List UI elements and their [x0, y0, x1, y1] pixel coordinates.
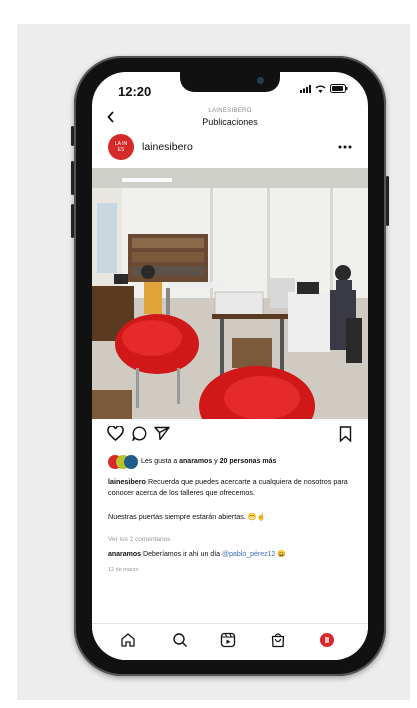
view-comments-link[interactable]: Ver los 2 comentarios: [108, 536, 171, 543]
likes-row: Les gusta a anaramos y 20 personas más: [92, 455, 368, 471]
tab-profile[interactable]: [319, 632, 335, 653]
signal-icon: [300, 84, 311, 93]
tab-home[interactable]: [120, 632, 136, 653]
status-icons: [300, 84, 348, 93]
comment-button[interactable]: [131, 426, 147, 446]
account-caption: LAINESIBERO: [208, 108, 252, 114]
post-date: 12 de marzo: [108, 567, 139, 573]
comment-mention[interactable]: @pablo_pérez12: [222, 551, 275, 558]
likes-text[interactable]: Les gusta a anaramos y 20 personas más: [141, 458, 276, 465]
liker-avatar[interactable]: [124, 455, 138, 469]
reels-icon: [220, 632, 236, 648]
likes-user[interactable]: anaramos: [179, 458, 212, 465]
heart-icon: [107, 425, 124, 441]
comment-text: Deberíamos ir ahí un día: [141, 551, 223, 558]
likes-joiner: y: [212, 458, 220, 465]
comment: anaramos Deberíamos ir ahí un día @pablo…: [108, 550, 286, 558]
likes-prefix: Les gusta a: [141, 458, 180, 465]
more-options-button[interactable]: [338, 138, 352, 152]
comment-username[interactable]: anaramos: [108, 551, 141, 558]
notch: [180, 72, 280, 92]
post-caption-line-2: Nuestras puertas siempre estarán abierta…: [108, 512, 266, 521]
share-button[interactable]: [154, 426, 170, 446]
tab-shop[interactable]: [270, 632, 286, 653]
post-header: LA IN ES lainesibero: [92, 134, 368, 168]
like-button[interactable]: [107, 425, 124, 446]
comment-emoji: 😄: [275, 551, 287, 558]
search-icon: [173, 633, 187, 647]
wifi-icon: [315, 85, 326, 93]
phone-screen: 12:20 LAINESIBERO Publicaciones LA IN ES…: [92, 72, 368, 660]
battery-icon: [330, 84, 348, 93]
bookmark-icon: [339, 426, 352, 443]
avatar-text: LA IN ES: [114, 141, 128, 153]
camera: [257, 77, 264, 84]
office-photo: [92, 168, 368, 419]
status-time: 12:20: [118, 84, 152, 99]
post-caption: lainesibero Recuerda que puedes acercart…: [108, 477, 356, 498]
caption-username[interactable]: lainesibero: [108, 477, 146, 486]
page-title: Publicaciones: [202, 117, 258, 127]
avatar[interactable]: LA IN ES: [108, 134, 134, 160]
profile-icon: [320, 633, 334, 647]
more-icon: [338, 145, 352, 149]
post-username[interactable]: lainesibero: [142, 141, 193, 153]
send-icon: [154, 426, 170, 441]
likes-count[interactable]: 20 personas más: [220, 458, 277, 465]
shop-icon: [271, 633, 285, 648]
navigation-bar: LAINESIBERO Publicaciones: [92, 108, 368, 134]
post-photo[interactable]: [92, 168, 368, 419]
post-actions: [92, 425, 368, 448]
save-button[interactable]: [339, 426, 352, 447]
tab-bar: [92, 623, 368, 660]
tab-search[interactable]: [172, 632, 188, 653]
tab-reels[interactable]: [220, 632, 236, 653]
home-icon: [121, 633, 135, 647]
comment-icon: [131, 426, 147, 443]
